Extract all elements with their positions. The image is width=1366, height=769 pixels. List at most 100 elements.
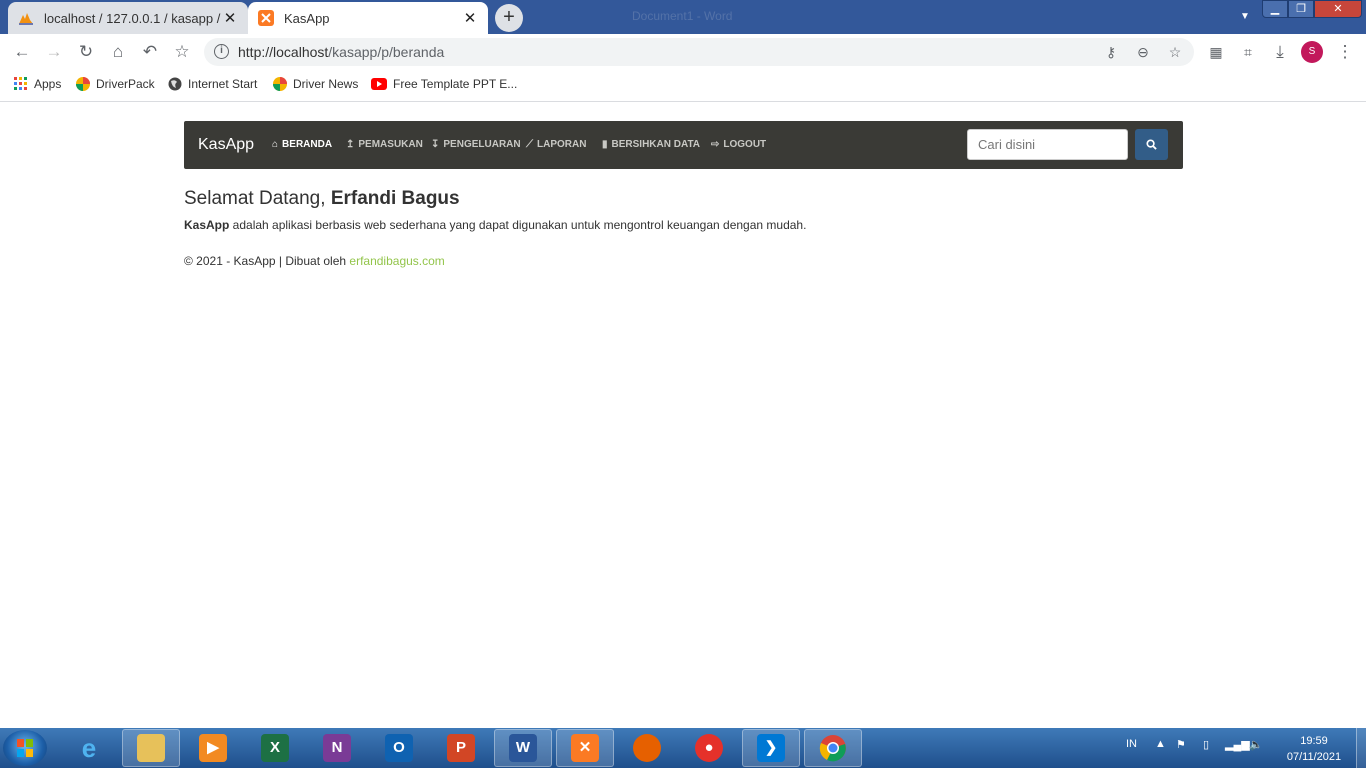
star-icon[interactable]: ☆ [1164,41,1186,63]
media-player-app[interactable]: ▶ [184,729,242,767]
action-center-icon[interactable]: ⚑ [1176,738,1186,751]
browser-toolbar: ← → ↻ ⌂ ↶ ☆ i http://localhost/kasapp/p/… [0,34,1366,70]
back-icon[interactable]: ← [10,40,34,64]
nav-logout[interactable]: ⇨ LOGOUT [711,139,766,150]
nav-beranda[interactable]: ⌂ BERANDA [272,139,332,150]
restore-button[interactable]: ❐ [1288,0,1314,18]
vscode-icon: ❯ [757,734,785,762]
xampp-icon: ✕ [571,734,599,762]
screen-recorder-app[interactable]: ● [680,729,738,767]
bookmark-driver-news[interactable]: Driver News [273,77,358,91]
network-icon[interactable]: ▂▄▆ [1225,738,1250,751]
navbar-brand[interactable]: KasApp [198,136,254,154]
start-button[interactable] [3,730,47,766]
close-window-button[interactable]: ✕ [1314,0,1362,18]
nav-bersihkan-data[interactable]: ▮ BERSIHKAN DATA [602,139,700,150]
extensions-icon[interactable]: ▦ [1204,40,1228,64]
tab-phpmyadmin[interactable]: localhost / 127.0.0.1 / kasapp / lo ✕ [8,2,248,34]
browser-tab-strip: localhost / 127.0.0.1 / kasapp / lo ✕ Ka… [0,0,1366,34]
driverpack-icon [273,77,287,91]
tab-kasapp[interactable]: KasApp ✕ [248,2,488,34]
undo-icon[interactable]: ↶ [138,40,162,64]
powerpoint-icon: P [447,734,475,762]
arrow-up-icon: ↥ [346,139,355,150]
show-desktop-button[interactable] [1356,728,1366,768]
nav-laporan[interactable]: ⟋ LAPORAN [526,139,586,150]
app-navbar: KasApp ⌂ BERANDA ↥ PEMASUKAN ↧ PENGELUARAN … [184,121,1183,169]
bookmark-apps[interactable]: Apps [14,77,61,91]
user-name: Erfandi Bagus [330,188,460,209]
bookmark-star-icon[interactable]: ☆ [170,40,194,64]
password-key-icon[interactable]: ⚷ [1100,41,1122,63]
firefox-icon [633,734,661,762]
close-tab-icon[interactable]: ✕ [462,9,478,27]
arrow-down-icon: ↧ [431,139,440,150]
chrome-icon [819,735,846,762]
window-title: Document1 - Word [632,9,733,23]
home-icon[interactable]: ⌂ [106,40,130,64]
search-icon [1146,139,1157,150]
address-bar[interactable]: i http://localhost/kasapp/p/beranda ⚷ ⊖ … [204,38,1194,66]
onenote-app[interactable]: N [308,729,366,767]
recorder-icon: ● [695,734,723,762]
reload-icon[interactable]: ↻ [74,40,98,64]
chrome-app[interactable] [804,729,862,767]
author-link[interactable]: erfandibagus.com [349,254,444,268]
download-icon[interactable]: ⤓ [1268,40,1292,64]
internet-explorer-app[interactable]: e [60,729,118,767]
url-text[interactable]: http://localhost/kasapp/p/beranda [238,44,444,60]
volume-icon[interactable]: 🔈 [1249,738,1263,751]
page-footer: © 2021 - KasApp | Dibuat oleh erfandibag… [184,254,445,268]
word-app[interactable]: W [494,729,552,767]
new-tab-button[interactable]: + [495,4,523,32]
forward-icon[interactable]: → [42,40,66,64]
tab-title: KasApp [284,10,330,26]
trash-icon: ▮ [602,139,608,150]
xampp-app[interactable]: ✕ [556,729,614,767]
onenote-icon: N [323,734,351,762]
outlook-icon: O [385,734,413,762]
phpmyadmin-icon [19,13,33,25]
apps-grid-icon [14,77,27,90]
system-clock[interactable]: 19:59 07/11/2021 [1278,733,1350,765]
site-info-icon[interactable]: i [214,44,229,59]
battery-icon[interactable]: ▯ [1203,738,1209,751]
close-tab-icon[interactable]: ✕ [222,9,238,27]
vscode-app[interactable]: ❯ [742,729,800,767]
tab-search-icon[interactable]: ▼ [1240,11,1250,22]
profile-avatar[interactable]: S [1301,41,1323,63]
clock-date: 07/11/2021 [1286,751,1342,763]
excel-app[interactable]: X [246,729,304,767]
welcome-heading: Selamat Datang, Erfandi Bagus [184,188,460,209]
bookmark-free-template[interactable]: Free Template PPT E... [371,77,517,91]
app-description: KasApp adalah aplikasi berbasis web sede… [184,218,807,232]
search-button[interactable] [1135,129,1168,160]
bookmark-driverpack[interactable]: DriverPack [76,77,155,91]
page-content: KasApp ⌂ BERANDA ↥ PEMASUKAN ↧ PENGELUARAN … [0,103,1366,728]
excel-icon: X [261,734,289,762]
crop-icon[interactable]: ⌗ [1236,40,1260,64]
logout-icon: ⇨ [711,139,720,150]
nav-pengeluaran[interactable]: ↧ PENGELUARAN [431,139,521,150]
bookmark-internet-start[interactable]: Internet Start [168,77,257,91]
show-hidden-icons-icon[interactable]: ▲ [1155,738,1166,750]
home-icon: ⌂ [272,139,279,150]
outlook-app[interactable]: O [370,729,428,767]
tab-title: localhost / 127.0.0.1 / kasapp / lo [44,10,222,26]
firefox-app[interactable] [618,729,676,767]
language-indicator[interactable]: IN [1126,738,1137,750]
zoom-icon[interactable]: ⊖ [1132,41,1154,63]
nav-pemasukan[interactable]: ↥ PEMASUKAN [346,139,423,150]
word-icon: W [509,734,537,762]
taskbar: e ▶ X N O P W ✕ ● ❯ IN ▲ ⚑ ▯ ▂▄▆ 🔈 19:59… [0,728,1366,768]
xampp-icon [258,10,274,26]
youtube-icon [371,78,387,90]
windows-logo-icon [17,739,33,757]
powerpoint-app[interactable]: P [432,729,490,767]
search-input[interactable] [967,129,1128,160]
minimize-button[interactable]: ▁ [1262,0,1288,18]
menu-icon[interactable]: ⋮ [1333,40,1357,64]
ie-icon: e [81,733,97,763]
explorer-app[interactable] [122,729,180,767]
bookmarks-bar: Apps DriverPack Internet Start Driver Ne… [0,70,1366,102]
